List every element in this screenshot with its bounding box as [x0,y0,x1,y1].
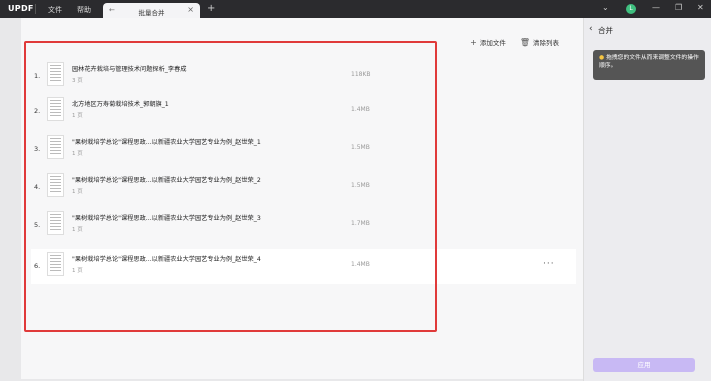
avatar[interactable]: L [626,4,636,14]
hint-box: ● 拖拽您的文件从而来调整文件的操作顺序。 [593,50,705,80]
list-toolbar: + 添加文件 🗑 清除列表 [470,37,559,48]
menu-file[interactable]: 文件 [48,5,62,15]
hint-text: 拖拽您的文件从而来调整文件的操作顺序。 [599,55,699,69]
trash-icon: 🗑 [519,37,530,47]
tab-batch-merge[interactable]: ← 批量合并 × [103,3,200,18]
clear-list-button[interactable]: 🗑 清除列表 [519,37,559,48]
minimize-icon[interactable]: — [652,3,660,12]
plus-icon: + [470,37,477,47]
tab-label: 批量合并 [138,9,165,17]
highlight-box [24,41,437,332]
panel-title: 合并 [598,26,613,35]
more-options-icon[interactable]: ··· [543,259,555,269]
merge-side-panel: ‹ 合并 ● 拖拽您的文件从而来调整文件的操作顺序。 应用 [583,18,711,381]
apply-button[interactable]: 应用 [593,358,695,372]
close-window-icon[interactable]: ✕ [697,3,704,12]
tab-close-icon[interactable]: × [187,5,194,14]
clear-list-label: 清除列表 [533,39,559,47]
title-bar: UPDF 文件 帮助 ← 批量合并 × + ⌄ L — ❐ ✕ [0,0,711,18]
back-icon[interactable]: ‹ [589,24,593,34]
new-tab-icon[interactable]: + [207,3,215,14]
add-file-label: 添加文件 [479,39,506,47]
add-file-button[interactable]: + 添加文件 [470,37,506,48]
lightbulb-icon: ● [599,55,605,61]
restore-icon[interactable]: ❐ [675,3,682,12]
divider [35,4,36,14]
menu-help[interactable]: 帮助 [77,5,91,15]
settings-icon[interactable]: ⌄ [602,3,609,12]
app-logo: UPDF [8,4,34,13]
